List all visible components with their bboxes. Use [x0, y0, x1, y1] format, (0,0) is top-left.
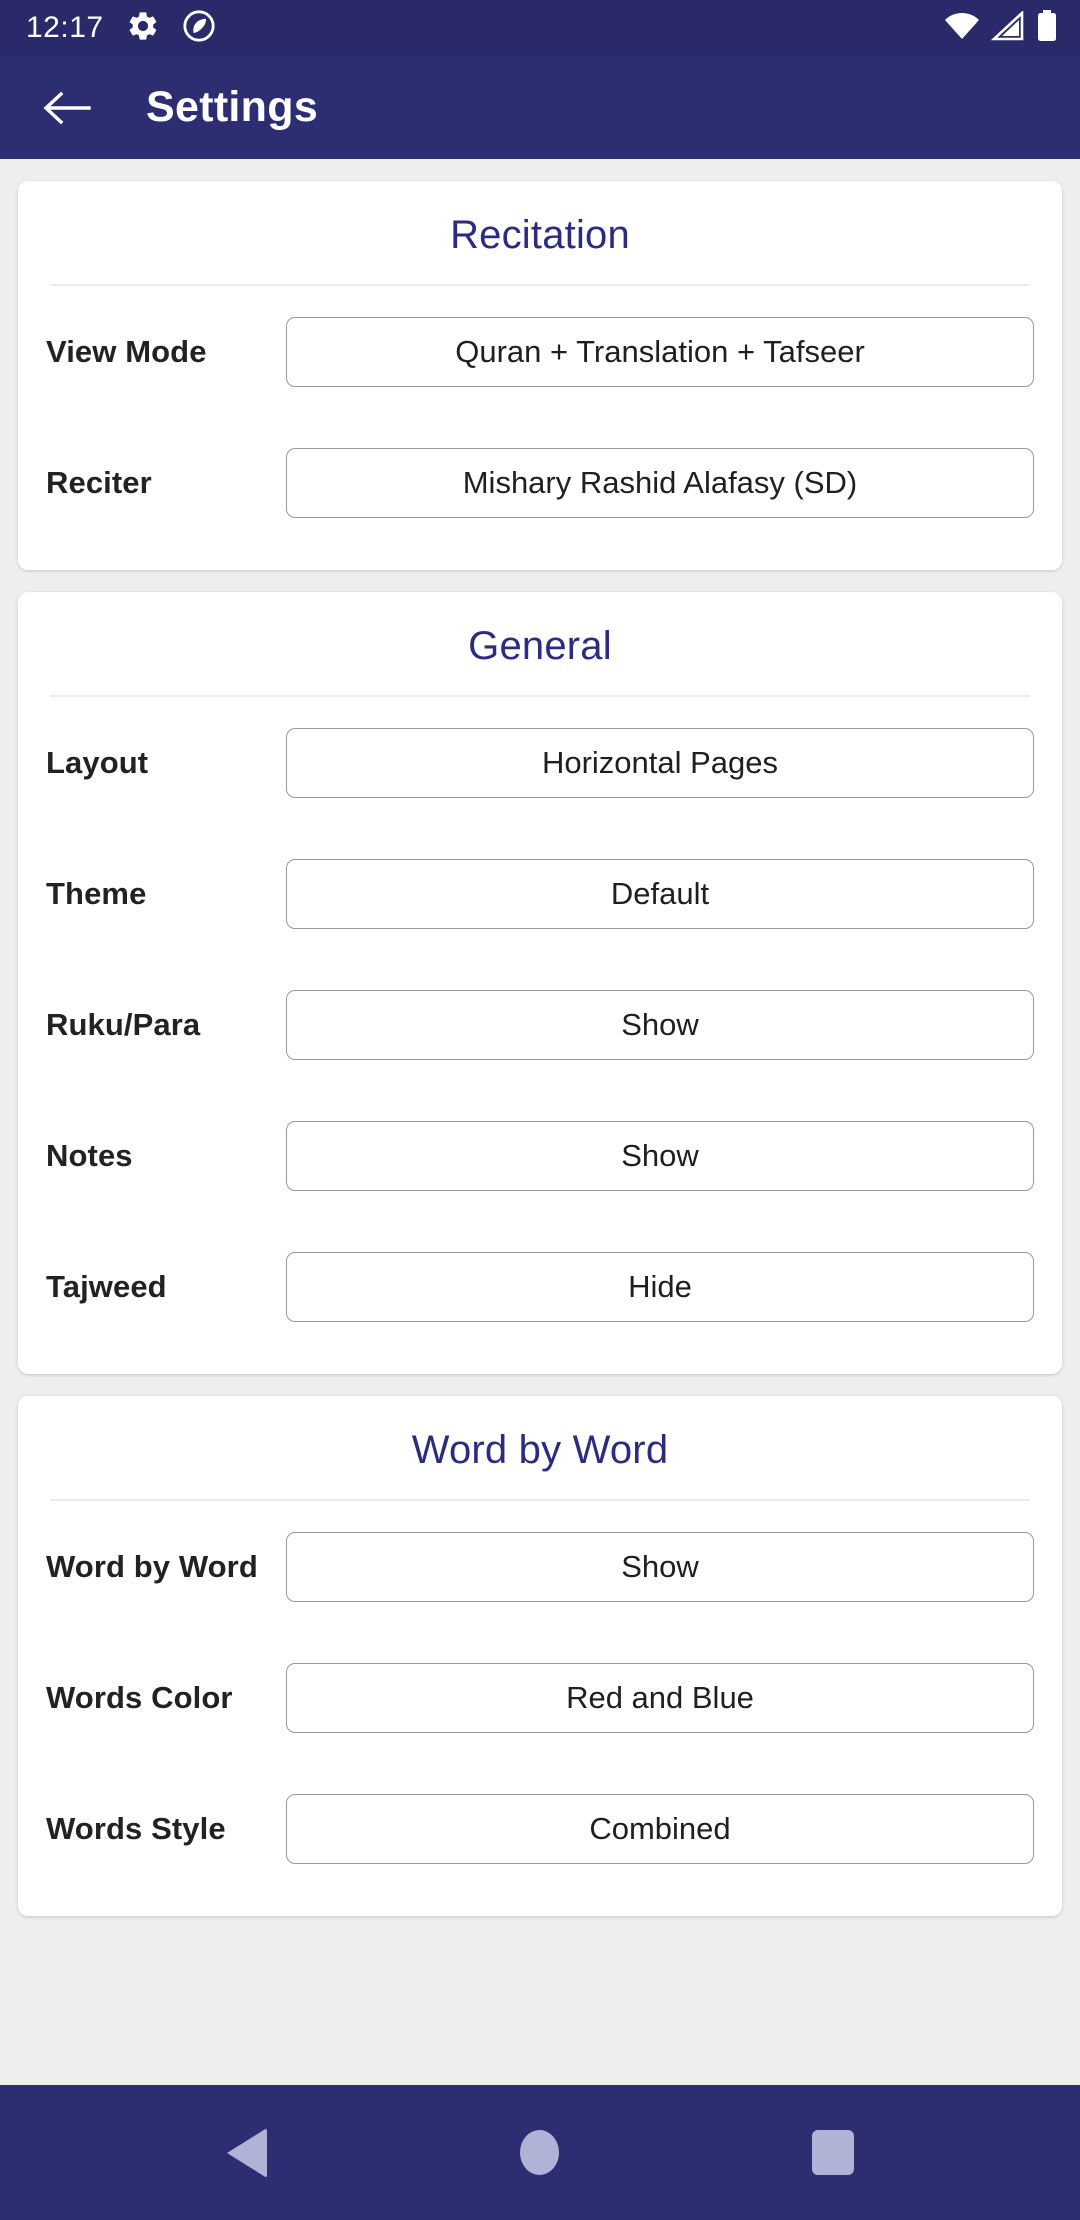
section-title-general: General	[468, 624, 612, 668]
setting-value-notes[interactable]: Show	[286, 1120, 1034, 1191]
nav-home-button[interactable]	[480, 2098, 600, 2208]
setting-value-word-by-word[interactable]: Show	[286, 1531, 1034, 1602]
setting-label-theme: Theme	[46, 875, 147, 911]
setting-row-words-style: Words Style Combined	[18, 1763, 1062, 1894]
status-bar: 12:17	[0, 0, 1080, 56]
setting-label-layout: Layout	[46, 744, 149, 780]
setting-value-theme[interactable]: Default	[286, 858, 1034, 929]
setting-label-words-color: Words Color	[46, 1679, 233, 1715]
nav-back-button[interactable]	[187, 2098, 307, 2208]
setting-label-reciter: Reciter	[46, 464, 152, 500]
setting-row-theme: Theme Default	[18, 828, 1062, 959]
battery-icon	[1036, 9, 1058, 47]
setting-label-ruku-para: Ruku/Para	[46, 1006, 201, 1042]
setting-value-tajweed[interactable]: Hide	[286, 1251, 1034, 1322]
android-navigation-bar	[0, 2085, 1080, 2220]
setting-row-word-by-word: Word by Word Show	[18, 1501, 1062, 1632]
setting-value-words-color[interactable]: Red and Blue	[286, 1662, 1034, 1733]
setting-label-view-mode: View Mode	[46, 333, 207, 369]
setting-row-layout: Layout Horizontal Pages	[18, 697, 1062, 828]
setting-value-view-mode[interactable]: Quran + Translation + Tafseer	[286, 316, 1034, 387]
square-recents-icon	[812, 2130, 855, 2175]
status-clock: 12:17	[26, 11, 104, 44]
app-bar: Settings	[0, 56, 1080, 159]
section-title-recitation: Recitation	[450, 213, 630, 257]
status-bar-right	[944, 9, 1058, 47]
status-bar-left: 12:17	[26, 9, 216, 48]
setting-row-view-mode: View Mode Quran + Translation + Tafseer	[18, 286, 1062, 417]
wifi-icon	[944, 11, 980, 46]
setting-label-words-style: Words Style	[46, 1810, 226, 1846]
section-title-word-by-word: Word by Word	[411, 1428, 669, 1472]
gear-icon	[126, 9, 160, 48]
setting-label-word-by-word: Word by Word	[46, 1548, 258, 1584]
circle-home-icon	[520, 2130, 560, 2175]
page-title: Settings	[146, 83, 319, 131]
setting-value-reciter[interactable]: Mishary Rashid Alafasy (SD)	[286, 447, 1034, 518]
setting-row-reciter: Reciter Mishary Rashid Alafasy (SD)	[18, 417, 1062, 548]
setting-value-ruku-para[interactable]: Show	[286, 989, 1034, 1060]
setting-row-tajweed: Tajweed Hide	[18, 1221, 1062, 1352]
settings-card-word-by-word: Word by Word Word by Word Show Words Col…	[18, 1396, 1062, 1916]
triangle-back-icon	[226, 2127, 267, 2178]
nav-recents-button[interactable]	[773, 2098, 893, 2208]
back-button[interactable]	[36, 77, 98, 139]
setting-value-layout[interactable]: Horizontal Pages	[286, 727, 1034, 798]
settings-card-recitation: Recitation View Mode Quran + Translation…	[18, 181, 1062, 570]
setting-value-words-style[interactable]: Combined	[286, 1793, 1034, 1864]
cellular-signal-icon	[990, 9, 1025, 46]
setting-row-notes: Notes Show	[18, 1090, 1062, 1221]
setting-label-notes: Notes	[46, 1137, 133, 1173]
back-arrow-icon	[43, 91, 91, 124]
settings-scroll-container[interactable]: Recitation View Mode Quran + Translation…	[0, 159, 1080, 2085]
setting-label-tajweed: Tajweed	[46, 1268, 167, 1304]
setting-row-ruku-para: Ruku/Para Show	[18, 959, 1062, 1090]
setting-row-words-color: Words Color Red and Blue	[18, 1632, 1062, 1763]
settings-card-general: General Layout Horizontal Pages Theme De…	[18, 592, 1062, 1374]
app-logo-icon	[182, 9, 216, 48]
